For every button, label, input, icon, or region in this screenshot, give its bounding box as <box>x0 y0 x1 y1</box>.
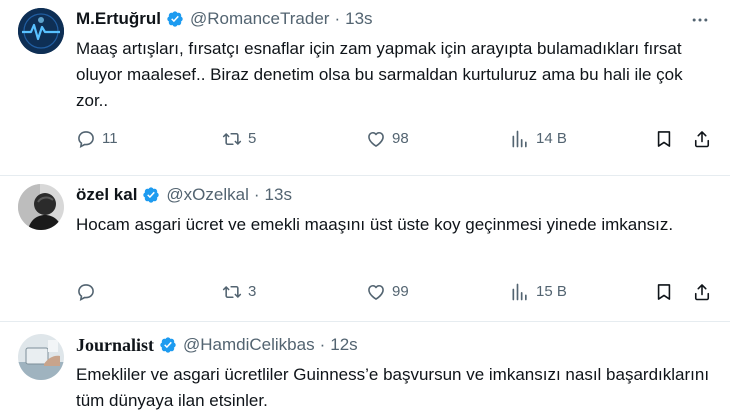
journalist-photo-avatar-icon <box>18 334 64 380</box>
display-name[interactable]: Journalist <box>76 335 154 356</box>
grayscale-portrait-avatar-icon <box>18 184 64 230</box>
separator-dot: · <box>334 9 341 28</box>
retweet-icon <box>222 282 242 302</box>
views-button[interactable]: 15 B <box>510 282 567 302</box>
avatar[interactable] <box>18 334 64 380</box>
heartbeat-avatar-icon <box>18 8 64 54</box>
tweet-actions: 11 5 98 14 B <box>76 127 716 151</box>
verified-badge-icon <box>142 186 160 204</box>
reply-icon <box>76 282 96 302</box>
reply-button[interactable] <box>76 282 102 302</box>
retweet-button[interactable]: 5 <box>222 129 256 149</box>
share-icon <box>692 129 712 149</box>
reply-icon <box>76 129 96 149</box>
timestamp[interactable]: 13s <box>345 9 372 29</box>
like-button[interactable]: 99 <box>366 282 409 302</box>
bookmark-button[interactable] <box>654 129 680 149</box>
user-handle[interactable]: @xOzelkal <box>166 185 248 205</box>
avatar[interactable] <box>18 184 64 230</box>
display-name[interactable]: M.Ertuğrul <box>76 9 161 29</box>
heart-icon <box>366 282 386 302</box>
verified-badge-icon <box>166 10 184 28</box>
timestamp[interactable]: 12s <box>330 335 357 355</box>
timestamp[interactable]: 13s <box>265 185 292 205</box>
like-count: 98 <box>392 130 409 147</box>
separator-dot: · <box>253 185 260 204</box>
display-name[interactable]: özel kal <box>76 185 137 205</box>
avatar[interactable] <box>18 8 64 54</box>
retweet-icon <box>222 129 242 149</box>
tweet-text: Hocam asgari ücret ve emekli maaşını üst… <box>76 215 674 234</box>
bar-chart-icon <box>510 282 530 302</box>
tweet-header: Journalist @HamdiCelikbas · 12s <box>76 334 716 356</box>
reply-button[interactable]: 11 <box>76 129 118 149</box>
user-handle[interactable]: @RomanceTrader <box>190 9 329 29</box>
like-button[interactable]: 98 <box>366 129 409 149</box>
view-count: 15 B <box>536 283 567 300</box>
views-button[interactable]: 14 B <box>510 129 567 149</box>
retweet-count: 5 <box>248 130 257 147</box>
heart-icon <box>366 129 386 149</box>
bookmark-button[interactable] <box>654 282 680 302</box>
tweet-item[interactable]: Journalist @HamdiCelikbas · 12s Emeklile… <box>0 322 730 420</box>
separator-dot: · <box>319 335 326 354</box>
tweet-item[interactable]: özel kal @xOzelkal · 13s Hocam asgari üc… <box>0 176 730 322</box>
retweet-count: 3 <box>248 283 257 300</box>
bookmark-icon <box>654 282 674 302</box>
share-icon <box>692 282 712 302</box>
tweet-header: M.Ertuğrul @RomanceTrader · 13s <box>76 8 716 30</box>
more-options-icon[interactable] <box>690 10 710 30</box>
tweet-text: Maaş artışları, fırsatçı esnaflar için z… <box>76 39 683 110</box>
bookmark-icon <box>654 129 674 149</box>
user-handle[interactable]: @HamdiCelikbas <box>183 335 315 355</box>
verified-badge-icon <box>159 336 177 354</box>
view-count: 14 B <box>536 130 567 147</box>
share-button[interactable] <box>692 129 718 149</box>
reply-count: 11 <box>102 130 118 147</box>
like-count: 99 <box>392 283 409 300</box>
share-button[interactable] <box>692 282 718 302</box>
bar-chart-icon <box>510 129 530 149</box>
retweet-button[interactable]: 3 <box>222 282 256 302</box>
tweet-actions: 3 99 15 B <box>76 280 716 304</box>
tweet-header: özel kal @xOzelkal · 13s <box>76 184 716 206</box>
tweet-text: Emekliler ve asgari ücretliler Guinness’… <box>76 365 710 410</box>
tweet-item[interactable]: M.Ertuğrul @RomanceTrader · 13s Maaş art… <box>0 0 730 176</box>
